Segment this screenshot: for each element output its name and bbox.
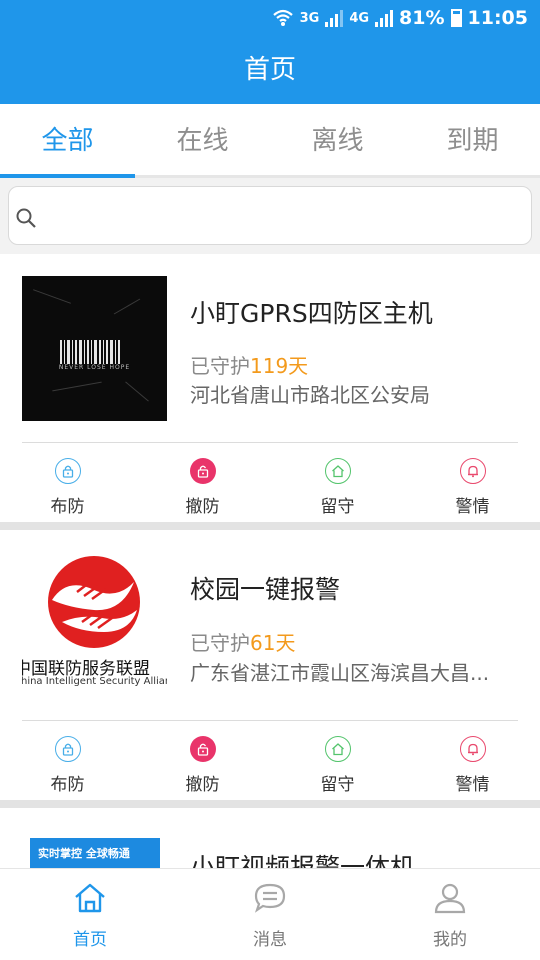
home-icon (324, 736, 351, 762)
device-card[interactable]: NEVER LOSE HOPE 小盯GPRS四防区主机 已守护119天 河北省唐… (0, 254, 540, 522)
signal-icon-2 (375, 9, 394, 27)
disarm-label: 撤防 (185, 775, 220, 795)
tab-offline[interactable]: 离线 (270, 104, 405, 175)
device-card[interactable]: 实时掌控 全球畅通 小盯视频报警一体机 (0, 808, 540, 868)
disarm-label: 撤防 (185, 497, 220, 517)
nav-messages[interactable]: 消息 (180, 869, 360, 960)
device-actions: 布防 撤防 留守 警情 (0, 721, 540, 795)
bell-icon (459, 458, 486, 484)
unlock-icon (189, 458, 216, 484)
arm-button[interactable]: 布防 (0, 443, 135, 517)
alarm-label: 警情 (455, 775, 490, 795)
thumbnail-caption-en: China Intelligent Security Alliance (22, 676, 167, 687)
device-thumbnail: 中国联防服务联盟 China Intelligent Security Alli… (22, 552, 167, 697)
thumbnail-caption: NEVER LOSE HOPE (58, 364, 131, 371)
stay-button[interactable]: 留守 (270, 443, 405, 517)
guard-days: 61天 (250, 631, 296, 655)
search-area (0, 178, 540, 254)
stay-label: 留守 (320, 497, 355, 517)
chat-icon (254, 883, 286, 913)
disarm-button[interactable]: 撤防 (135, 721, 270, 795)
device-name: 校园一键报警 (190, 575, 341, 604)
tab-online[interactable]: 在线 (135, 104, 270, 175)
device-actions: 布防 撤防 留守 警情 (0, 443, 540, 517)
device-name: 小盯GPRS四防区主机 (190, 299, 433, 328)
lock-icon (54, 736, 81, 762)
alarm-button[interactable]: 警情 (405, 721, 540, 795)
arm-label: 布防 (50, 497, 85, 517)
stay-button[interactable]: 留守 (270, 721, 405, 795)
status-indicators: 3G 4G 81% 11:05 (272, 6, 528, 30)
nav-profile-label: 我的 (433, 930, 467, 950)
arm-button[interactable]: 布防 (0, 721, 135, 795)
guard-prefix: 已守护 (190, 354, 250, 378)
home-icon (75, 883, 105, 913)
device-thumbnail: NEVER LOSE HOPE (22, 276, 167, 421)
wifi-icon (272, 9, 293, 26)
nav-home[interactable]: 首页 (0, 869, 180, 960)
nav-messages-label: 消息 (253, 930, 287, 950)
barcode-graphic (60, 340, 130, 364)
card-separator (0, 800, 540, 808)
bottom-nav: 首页 消息 我的 (0, 868, 540, 960)
device-card[interactable]: 中国联防服务联盟 China Intelligent Security Alli… (0, 530, 540, 800)
guard-duration: 已守护119天 (190, 350, 308, 379)
device-address: 河北省唐山市路北区公安局 (190, 383, 430, 407)
device-address: 广东省湛江市霞山区海滨昌大昌... (190, 661, 490, 685)
tab-all[interactable]: 全部 (0, 104, 135, 178)
card-separator (0, 522, 540, 530)
lock-icon (54, 458, 81, 484)
clock: 11:05 (467, 7, 528, 29)
network-4g-label: 4G (349, 10, 370, 26)
alarm-button[interactable]: 警情 (405, 443, 540, 517)
disarm-button[interactable]: 撤防 (135, 443, 270, 517)
alarm-label: 警情 (455, 497, 490, 517)
battery-percent: 81% (399, 7, 445, 29)
guard-duration: 已守护61天 (190, 627, 295, 656)
user-icon (434, 883, 466, 914)
thumbnail-caption: 实时掌控 全球畅通 (38, 847, 130, 860)
guard-days: 119天 (250, 354, 309, 378)
battery-icon (450, 9, 462, 27)
alliance-logo-icon (48, 556, 140, 648)
network-3g-label: 3G (299, 10, 320, 26)
search-input[interactable] (49, 197, 519, 235)
tab-expired[interactable]: 到期 (405, 104, 540, 175)
stay-label: 留守 (320, 775, 355, 795)
search-icon (16, 208, 36, 228)
guard-prefix: 已守护 (190, 631, 250, 655)
page-title: 首页 (0, 36, 540, 104)
home-icon (324, 458, 351, 484)
search-box[interactable] (8, 186, 532, 245)
device-name: 小盯视频报警一体机 (190, 853, 416, 868)
bell-icon (459, 736, 486, 762)
nav-profile[interactable]: 我的 (360, 869, 540, 960)
status-bar: 3G 4G 81% 11:05 (0, 0, 540, 36)
nav-home-label: 首页 (73, 930, 107, 950)
arm-label: 布防 (50, 775, 85, 795)
device-thumbnail: 实时掌控 全球畅通 (30, 838, 160, 868)
unlock-icon (189, 736, 216, 762)
filter-tabs: 全部 在线 离线 到期 (0, 104, 540, 178)
signal-icon (325, 9, 344, 27)
